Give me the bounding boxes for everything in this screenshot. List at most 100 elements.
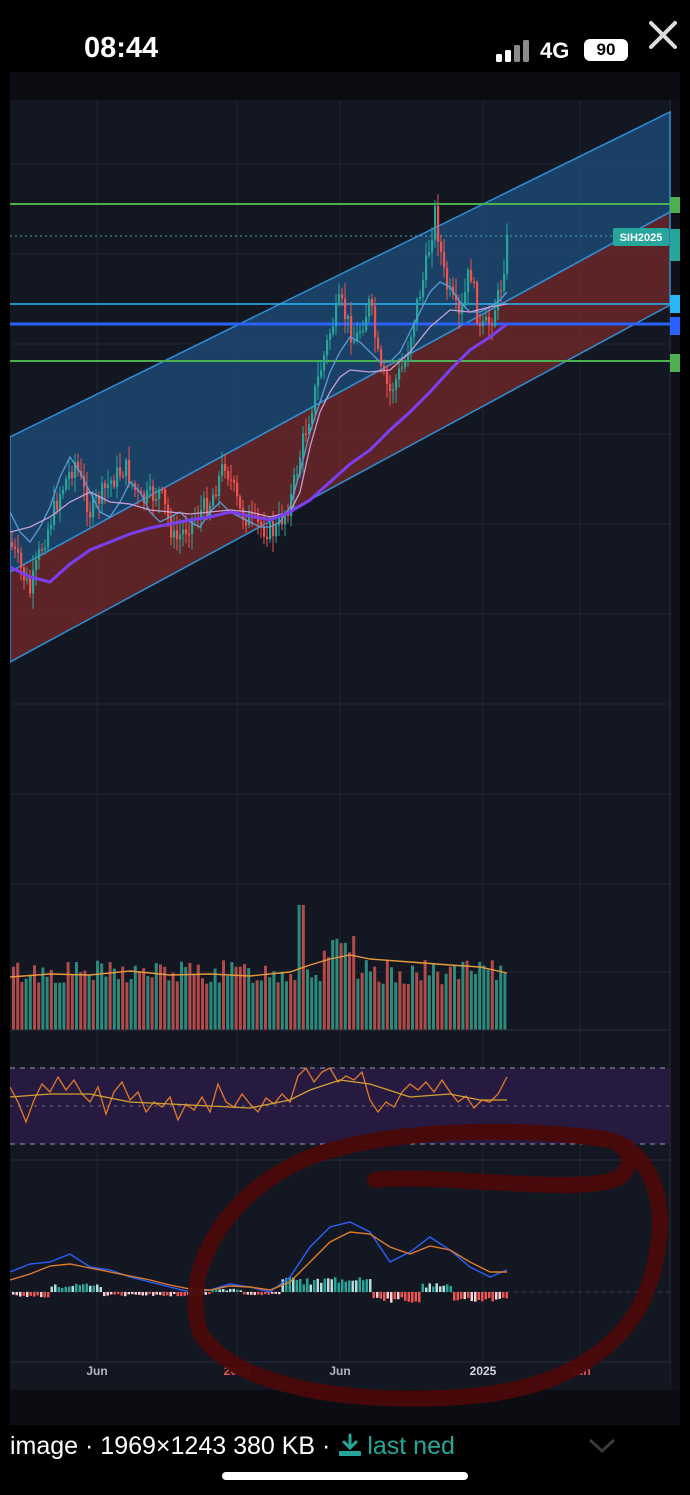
candle-body: [158, 489, 161, 499]
candle-body: [38, 549, 41, 560]
volume-bar: [121, 966, 125, 1030]
macd-histogram-bar: [110, 1292, 113, 1295]
volume-bar: [129, 979, 133, 1030]
price-chart: SIH2025 Jun 2024 Jun 2025 Jun: [10, 72, 680, 1425]
candle-body: [506, 234, 509, 274]
candle-body: [263, 527, 266, 537]
volume-bar: [243, 964, 246, 1030]
x-axis-label-jun-1: Jun: [86, 1364, 107, 1378]
candle-body: [170, 517, 173, 538]
macd-histogram-bar: [362, 1280, 365, 1292]
volume-bar: [461, 961, 465, 1030]
macd-histogram-bar: [134, 1292, 137, 1295]
candle-body: [95, 496, 98, 499]
candle-body: [272, 521, 275, 537]
volume-bar: [180, 961, 183, 1030]
candle-body: [470, 269, 473, 282]
chevron-down-icon[interactable]: [586, 1436, 618, 1456]
volume-bar: [495, 979, 498, 1030]
download-link[interactable]: last ned: [337, 1432, 455, 1460]
candle-body: [35, 559, 38, 571]
macd-histogram-bar: [204, 1292, 207, 1295]
macd-histogram-bar: [278, 1292, 281, 1295]
candle-body: [104, 483, 107, 489]
macd-histogram-bar: [372, 1292, 375, 1299]
volume-bar: [314, 974, 318, 1030]
candle-body: [305, 433, 308, 435]
candle-body: [215, 494, 218, 497]
chart-image[interactable]: SIH2025 Jun 2024 Jun 2025 Jun: [10, 72, 680, 1425]
candle-body: [485, 317, 488, 321]
volume-bar: [453, 965, 456, 1030]
candle-body: [47, 529, 50, 548]
macd-histogram-bar: [320, 1282, 323, 1292]
image-info: image · 1969×1243 380 KB ·: [10, 1432, 331, 1460]
candle-body: [62, 489, 65, 495]
macd-histogram-bar: [40, 1292, 43, 1298]
scale-marker-blue: [670, 317, 680, 335]
candle-body: [119, 467, 122, 476]
candle-body: [329, 333, 332, 340]
candle-body: [479, 323, 482, 326]
volume-bar: [234, 966, 238, 1030]
macd-histogram-bar: [166, 1292, 169, 1296]
macd-histogram-bar: [456, 1292, 459, 1301]
candle-body: [17, 548, 20, 553]
volume-bar: [276, 982, 280, 1030]
volume-bar: [390, 967, 393, 1030]
candle-body: [227, 470, 230, 480]
macd-histogram-bar: [351, 1280, 354, 1292]
volume-bar: [104, 976, 108, 1030]
candle-body: [437, 206, 440, 242]
macd-histogram-bar: [232, 1288, 235, 1292]
candle-body: [359, 331, 362, 334]
volume-bar: [297, 905, 301, 1030]
macd-histogram-bar: [162, 1292, 165, 1296]
volume-bar: [75, 961, 78, 1030]
candle-body: [425, 255, 428, 280]
close-icon[interactable]: [646, 18, 680, 52]
macd-histogram-bar: [288, 1277, 291, 1292]
volume-bar: [247, 968, 251, 1030]
candle-body: [179, 534, 182, 540]
macd-histogram-bar: [390, 1292, 393, 1303]
volume-bar: [499, 965, 503, 1030]
candle-body: [218, 475, 221, 497]
macd-histogram-bar: [365, 1279, 368, 1292]
volume-bar: [171, 972, 175, 1030]
macd-histogram-bar: [414, 1292, 417, 1302]
volume-bar: [24, 978, 28, 1030]
candle-body: [29, 578, 32, 594]
candle-body: [176, 530, 179, 540]
macd-histogram-bar: [92, 1285, 95, 1292]
macd-histogram-bar: [435, 1283, 438, 1292]
macd-histogram-bar: [180, 1292, 183, 1297]
volume-bar: [411, 965, 414, 1030]
candle-body: [269, 521, 272, 540]
volume-bar: [352, 936, 356, 1030]
candle-body: [440, 241, 443, 253]
volume-bar: [440, 984, 444, 1030]
macd-histogram-bar: [218, 1289, 221, 1292]
macd-histogram-bar: [89, 1285, 92, 1292]
volume-bar: [66, 962, 70, 1030]
macd-histogram-bar: [99, 1287, 102, 1292]
volume-bar: [377, 981, 381, 1030]
candle-body: [26, 578, 29, 581]
macd-histogram-bar: [327, 1278, 330, 1292]
macd-histogram-bar: [183, 1292, 186, 1296]
macd-histogram-bar: [484, 1292, 487, 1300]
macd-histogram-bar: [498, 1292, 501, 1299]
volume-bar: [448, 966, 452, 1030]
candle-body: [362, 330, 365, 333]
macd-histogram-bar: [323, 1278, 326, 1292]
macd-histogram-bar: [404, 1292, 407, 1301]
volume-bar: [45, 976, 49, 1030]
macd-histogram-bar: [407, 1292, 410, 1302]
volume-bar: [96, 960, 99, 1030]
candle-body: [185, 529, 188, 534]
macd-histogram-bar: [330, 1279, 333, 1292]
volume-bar: [79, 972, 83, 1030]
macd-histogram-bar: [225, 1290, 228, 1292]
candle-body: [386, 371, 389, 385]
